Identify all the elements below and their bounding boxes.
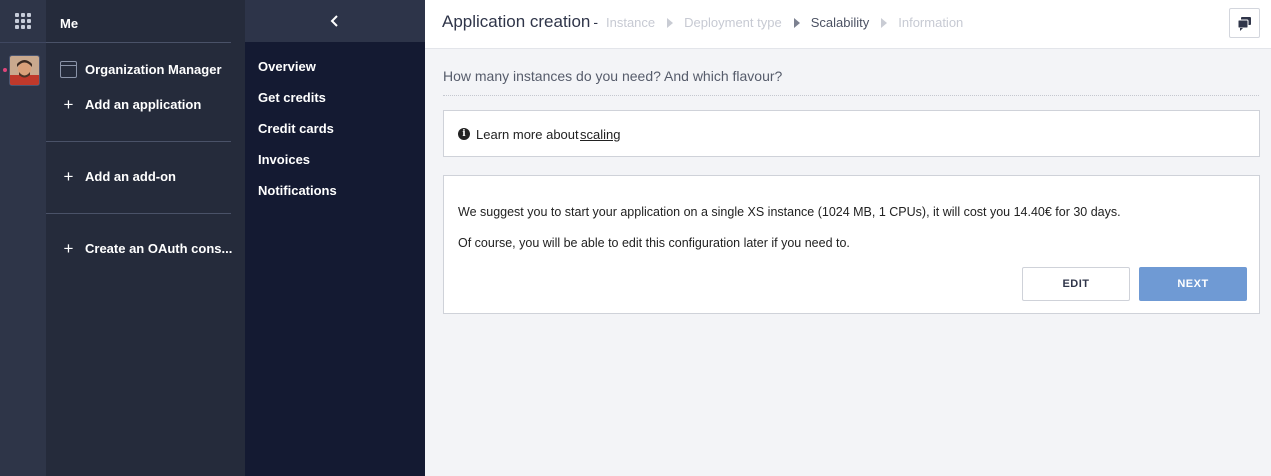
collapse-menu-button[interactable] [245, 0, 425, 42]
edit-button[interactable]: EDIT [1022, 267, 1130, 301]
menu-item-credit-cards[interactable]: Credit cards [258, 121, 334, 136]
scalability-question: How many instances do you need? And whic… [443, 68, 783, 84]
chat-button[interactable] [1229, 8, 1260, 38]
add-application-button[interactable]: + Add an application [60, 94, 202, 114]
main-content: Application creation - Instance Deployme… [425, 0, 1271, 476]
scaling-link[interactable]: scaling [580, 127, 620, 142]
menu-item-get-credits[interactable]: Get credits [258, 90, 326, 105]
org-panel: Me Organization Manager + Add an applica… [46, 0, 245, 476]
step-scalability: Scalability [810, 15, 870, 30]
step-arrow-icon [881, 17, 888, 28]
step-arrow-icon [793, 17, 800, 28]
menu-item-invoices[interactable]: Invoices [258, 152, 310, 167]
step-deployment-type: Deployment type [684, 15, 782, 30]
create-oauth-label: Create an OAuth cons... [85, 241, 233, 256]
divider [46, 42, 231, 43]
step-instance: Instance [606, 15, 656, 30]
step-breadcrumb: Instance Deployment type Scalability Inf… [606, 15, 963, 30]
info-icon: i [458, 128, 470, 140]
suggestion-panel: We suggest you to start your application… [443, 175, 1260, 314]
divider [46, 141, 231, 142]
menu-item-overview[interactable]: Overview [258, 59, 316, 74]
menu-item-notifications[interactable]: Notifications [258, 183, 337, 198]
active-indicator [3, 68, 7, 72]
header-bar: Application creation - Instance Deployme… [425, 0, 1271, 49]
plus-icon: + [63, 166, 74, 186]
chat-icon [1237, 17, 1251, 31]
plus-icon: + [63, 94, 74, 114]
create-oauth-consumer-button[interactable]: + Create an OAuth cons... [60, 238, 233, 258]
suggestion-text: We suggest you to start your application… [458, 205, 1121, 219]
org-panel-title: Me [60, 16, 79, 31]
plus-icon: + [63, 238, 74, 258]
dotted-divider [443, 95, 1259, 96]
rail-divider [0, 42, 46, 43]
page-title: Application creation - [442, 12, 598, 32]
page-title-text: Application creation [442, 12, 591, 31]
add-application-label: Add an application [85, 97, 202, 112]
title-separator: - [593, 14, 599, 30]
step-arrow-icon [667, 17, 674, 28]
learn-more-panel: i Learn more about scaling [443, 110, 1260, 157]
step-information: Information [898, 15, 964, 30]
add-addon-button[interactable]: + Add an add-on [60, 166, 176, 186]
organization-manager-label: Organization Manager [85, 62, 222, 77]
organization-manager-link[interactable]: Organization Manager [60, 61, 222, 78]
icon-rail [0, 0, 46, 476]
calendar-icon [60, 61, 77, 78]
next-button[interactable]: NEXT [1139, 267, 1247, 301]
avatar[interactable] [9, 55, 40, 86]
chevron-left-icon [330, 15, 338, 27]
learn-more-text: Learn more about [476, 127, 579, 142]
add-addon-label: Add an add-on [85, 169, 176, 184]
edit-later-note: Of course, you will be able to edit this… [458, 236, 850, 250]
apps-grid-icon[interactable] [15, 13, 31, 29]
divider [46, 213, 231, 214]
account-menu: Overview Get credits Credit cards Invoic… [245, 0, 425, 476]
